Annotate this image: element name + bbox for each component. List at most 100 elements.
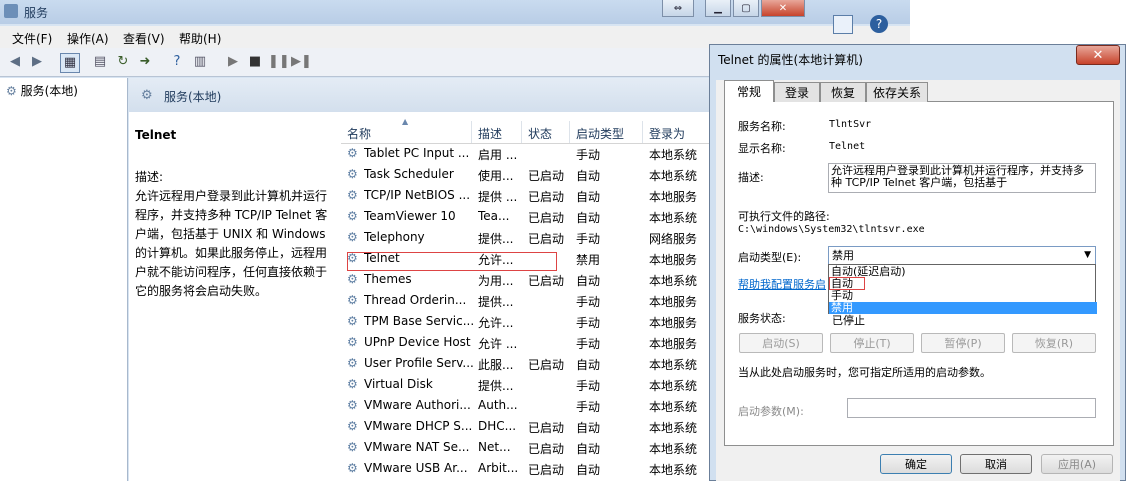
maximize-icon[interactable]: ▢	[733, 0, 759, 17]
option-highlight-box	[829, 277, 865, 290]
column-divider[interactable]	[471, 121, 472, 143]
chevron-down-icon: ▼	[1084, 250, 1091, 260]
service-gear-icon: ⚙	[347, 461, 358, 475]
description-text: 允许远程用户登录到此计算机并运行程序，并支持多种 TCP/IP Telnet 客…	[135, 189, 328, 298]
refresh-icon[interactable]: ↻	[114, 53, 132, 71]
cell-name: VMware Authori...	[364, 398, 471, 412]
cell-name: UPnP Device Host	[364, 335, 471, 349]
help-book-icon[interactable]: ?	[168, 53, 186, 71]
show-hide-pane-icon[interactable]	[833, 15, 853, 34]
properties-icon[interactable]: ▤	[91, 53, 109, 71]
description-box[interactable]: 允许远程用户登录到此计算机并运行程序，并支持多种 TCP/IP Telnet 客…	[828, 163, 1096, 193]
cell-name: VMware DHCP S...	[364, 419, 473, 433]
close-window-icon[interactable]: ✕	[761, 0, 805, 17]
cell-description: Net...	[478, 440, 511, 454]
stop-service-icon[interactable]: ■	[246, 53, 264, 71]
cell-status: 已启动	[528, 421, 565, 435]
cell-startup-type: 手动	[576, 400, 601, 414]
services-node-icon: ⚙	[6, 84, 17, 98]
menu-help[interactable]: 帮助(H)	[179, 30, 221, 47]
forward-icon[interactable]: ▶	[28, 53, 46, 71]
cell-description: Auth...	[478, 398, 518, 412]
start-button[interactable]: 启动(S)	[739, 333, 823, 353]
restore-window-icon[interactable]: ⇔	[662, 0, 694, 17]
view-icon[interactable]: ▥	[191, 53, 209, 71]
tab-logon[interactable]: 登录	[774, 82, 820, 102]
cell-name: TeamViewer 10	[364, 209, 456, 223]
pause-button[interactable]: 暂停(P)	[921, 333, 1005, 353]
help-configure-link[interactable]: 帮助我配置服务启	[738, 276, 826, 292]
cell-description: 提供...	[478, 379, 514, 393]
column-description[interactable]: 描述	[478, 125, 502, 142]
console-tree-icon[interactable]: ▦	[60, 53, 80, 73]
column-log-on-as[interactable]: 登录为	[649, 125, 685, 142]
cell-description: 提供 ...	[478, 190, 518, 204]
cell-logon: 网络服务	[649, 232, 698, 246]
dialog-description-label: 描述:	[738, 171, 764, 184]
column-divider[interactable]	[521, 121, 522, 143]
path-value: C:\windows\System32\tlntsvr.exe	[738, 224, 925, 235]
cell-startup-type: 自动	[576, 463, 601, 477]
help-icon[interactable]: ?	[870, 15, 888, 33]
cell-startup-type: 禁用	[576, 253, 601, 267]
display-name-label: 显示名称:	[738, 142, 786, 155]
pane-title: 服务(本地)	[164, 90, 222, 104]
column-startup-type[interactable]: 启动类型	[576, 125, 624, 142]
cell-description: 启用 ...	[478, 148, 518, 162]
cell-name: VMware NAT Se...	[364, 440, 470, 454]
option-auto-delayed[interactable]: 自动(延迟启动)	[829, 266, 1097, 278]
service-gear-icon: ⚙	[347, 272, 358, 286]
ok-button[interactable]: 确定	[880, 454, 952, 474]
cell-status: 已启动	[528, 211, 565, 225]
cell-logon: 本地系统	[649, 421, 698, 435]
menu-view[interactable]: 查看(V)	[123, 30, 165, 47]
cell-status: 已启动	[528, 358, 565, 372]
cell-logon: 本地系统	[649, 274, 698, 288]
cell-name: TCP/IP NetBIOS ...	[364, 188, 471, 202]
service-gear-icon: ⚙	[347, 167, 358, 181]
pause-service-icon[interactable]: ❚❚	[268, 53, 290, 71]
tab-recovery[interactable]: 恢复	[820, 82, 866, 102]
startup-type-select[interactable]: 禁用 ▼	[828, 246, 1096, 265]
start-params-input[interactable]	[847, 398, 1096, 418]
cell-logon: 本地系统	[649, 400, 698, 414]
cell-name: VMware USB Ar...	[364, 461, 468, 475]
menu-action[interactable]: 操作(A)	[67, 30, 109, 47]
tab-dependencies[interactable]: 依存关系	[866, 82, 928, 102]
start-service-icon[interactable]: ▶	[224, 53, 242, 71]
option-auto[interactable]: 自动	[829, 278, 1097, 290]
cell-startup-type: 自动	[576, 211, 601, 225]
resume-button[interactable]: 恢复(R)	[1012, 333, 1096, 353]
cell-description: 提供...	[478, 232, 514, 246]
cell-name: Themes	[364, 272, 412, 286]
cell-description: 提供...	[478, 295, 514, 309]
tab-general[interactable]: 常规	[724, 80, 774, 102]
dialog-close-icon[interactable]: ✕	[1076, 45, 1120, 65]
column-name[interactable]: 名称	[347, 125, 371, 142]
column-divider[interactable]	[642, 121, 643, 143]
export-list-icon[interactable]: ➜	[136, 53, 154, 71]
minimize-icon[interactable]: ▁	[705, 0, 731, 17]
path-label: 可执行文件的路径:	[738, 210, 830, 223]
restart-service-icon[interactable]: ▶❚	[291, 53, 312, 71]
option-manual[interactable]: 手动	[829, 290, 1097, 302]
tree-node-services-local[interactable]: ⚙ 服务(本地)	[6, 82, 78, 99]
apply-button[interactable]: 应用(A)	[1041, 454, 1113, 474]
cell-logon: 本地系统	[649, 463, 698, 477]
stop-button[interactable]: 停止(T)	[830, 333, 914, 353]
description-label: 描述:	[135, 170, 164, 184]
selected-service-name: Telnet	[135, 128, 177, 142]
back-icon[interactable]: ◀	[6, 53, 24, 71]
column-divider[interactable]	[569, 121, 570, 143]
cell-name: Tablet PC Input ...	[364, 146, 470, 160]
cell-startup-type: 自动	[576, 274, 601, 288]
window-title: 服务	[24, 6, 49, 20]
service-gear-icon: ⚙	[347, 230, 358, 244]
option-disabled[interactable]: 禁用	[829, 302, 1097, 314]
sort-ascending-icon: ▲	[402, 117, 409, 126]
cell-name: User Profile Serv...	[364, 356, 474, 370]
column-status[interactable]: 状态	[528, 125, 552, 142]
console-tree: ⚙ 服务(本地)	[0, 78, 128, 481]
menu-file[interactable]: 文件(F)	[12, 30, 52, 47]
cancel-button[interactable]: 取消	[960, 454, 1032, 474]
